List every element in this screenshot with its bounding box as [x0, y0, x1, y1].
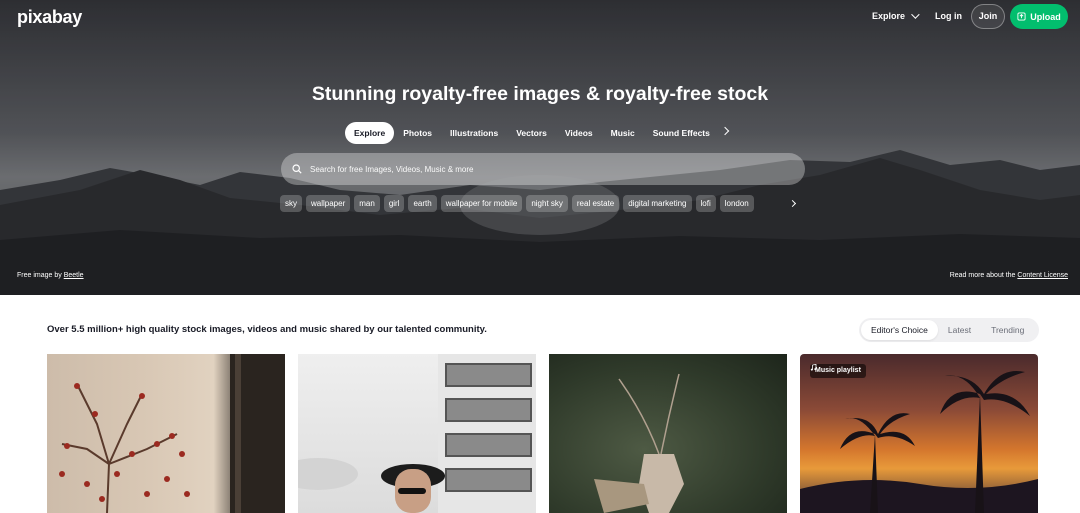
tag-chip[interactable]: girl [383, 195, 405, 212]
login-link[interactable]: Log in [935, 11, 962, 21]
credit-prefix: Free image by [17, 272, 62, 279]
image-card-woman-hat[interactable] [298, 354, 536, 513]
tag-chip[interactable]: man [354, 195, 380, 212]
sort-latest[interactable]: Latest [938, 320, 981, 340]
tag-chip[interactable]: earth [408, 195, 437, 212]
music-playlist-card[interactable]: Music playlist [800, 354, 1038, 513]
license-note: Read more about the Content License [950, 272, 1068, 279]
media-type-tabs: Explore Photos Illustrations Vectors Vid… [345, 122, 719, 144]
sort-editors-choice[interactable]: Editor's Choice [861, 320, 938, 340]
tab-videos[interactable]: Videos [556, 122, 602, 144]
search-icon [292, 164, 302, 174]
license-prefix: Read more about the [949, 272, 1016, 279]
tab-photos[interactable]: Photos [394, 122, 441, 144]
hero-banner: pixabay Explore Log in Join Upload Stunn… [0, 0, 1080, 295]
image-card-mantis[interactable] [549, 354, 787, 513]
upload-button[interactable]: Upload [1010, 4, 1068, 29]
content-license-link[interactable]: Content License [1017, 272, 1068, 279]
tag-chip[interactable]: london [719, 195, 754, 212]
tab-explore[interactable]: Explore [345, 122, 395, 144]
tag-chip[interactable]: lofi [695, 195, 716, 212]
tab-illustrations[interactable]: Illustrations [441, 122, 507, 144]
tag-chip[interactable]: real estate [571, 195, 620, 212]
tag-chip[interactable]: digital marketing [623, 195, 692, 212]
search-input[interactable] [310, 164, 790, 174]
hero-headline: Stunning royalty-free images & royalty-f… [311, 83, 769, 105]
woman-architecture-photo [298, 354, 536, 513]
music-playlist-badge: Music playlist [810, 364, 866, 378]
image-card-red-berries[interactable] [47, 354, 285, 513]
music-playlist-label: Music playlist [815, 367, 861, 374]
credit-author-link[interactable]: Beetle [64, 272, 84, 279]
tag-chip[interactable]: wallpaper for mobile [440, 195, 523, 212]
search-bar[interactable] [281, 153, 805, 185]
tab-sound-effects[interactable]: Sound Effects [644, 122, 719, 144]
image-credit: Free image by Beetle [17, 272, 84, 279]
popular-tags: sky wallpaper man girl earth wallpaper f… [280, 195, 754, 212]
tag-chip[interactable]: wallpaper [306, 195, 351, 212]
praying-mantis-photo [594, 373, 684, 513]
pixabay-logo[interactable]: pixabay [17, 7, 82, 28]
tag-chip[interactable]: night sky [526, 195, 568, 212]
upload-label: Upload [1030, 11, 1061, 22]
tab-music[interactable]: Music [602, 122, 644, 144]
chevron-down-icon [911, 10, 920, 19]
sort-segmented-control: Editor's Choice Latest Trending [859, 318, 1039, 342]
tab-vectors[interactable]: Vectors [507, 122, 556, 144]
explore-menu-button[interactable]: Explore [872, 10, 920, 21]
hero-overlay [0, 0, 1080, 295]
sort-trending[interactable]: Trending [981, 320, 1034, 340]
music-note-icon [810, 364, 817, 371]
red-berry-branch-photo [59, 354, 285, 513]
tag-chip[interactable]: sky [280, 195, 302, 212]
join-button[interactable]: Join [971, 4, 1005, 29]
community-tagline: Over 5.5 million+ high quality stock ima… [47, 324, 487, 335]
explore-label: Explore [872, 11, 906, 21]
upload-icon [1017, 12, 1026, 21]
top-navigation: pixabay Explore Log in Join Upload [0, 0, 1080, 34]
